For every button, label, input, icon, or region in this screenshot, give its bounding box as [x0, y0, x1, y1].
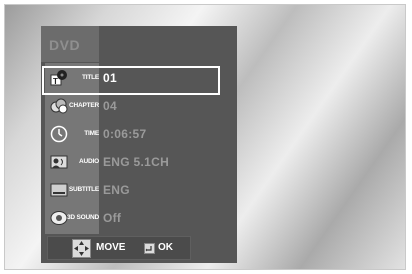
row-value: 0:06:57 — [103, 127, 147, 141]
screen-frame: DVD T TITLE 01 CHAPTER 04 TIME 0:06:57 A… — [4, 4, 406, 270]
row-value: ENG — [103, 183, 130, 197]
panel-header: DVD — [41, 26, 99, 62]
enter-button-icon — [144, 243, 155, 254]
ok-hint: OK — [158, 242, 173, 253]
control-hints-bar: MOVE OK — [47, 236, 191, 260]
dvd-info-panel: DVD T TITLE 01 CHAPTER 04 TIME 0:06:57 A… — [41, 26, 237, 263]
row-icon-box: AUDIO — [45, 148, 99, 176]
row-icon-box: CHAPTER — [45, 92, 99, 120]
row-value: 04 — [103, 99, 117, 113]
row-value: ENG 5.1CH — [103, 155, 170, 169]
dvd-label: DVD — [49, 37, 81, 53]
row-label: SUBTITLE — [68, 186, 99, 193]
row-icon-box: 3D SOUND — [45, 204, 99, 232]
menu-row-3d-sound[interactable]: 3D SOUND Off — [41, 204, 237, 232]
row-icon-box: TIME — [45, 120, 99, 148]
move-hint: MOVE — [96, 242, 126, 253]
menu-row-chapter[interactable]: CHAPTER 04 — [41, 92, 237, 120]
row-label: TIME — [84, 130, 99, 137]
row-label: AUDIO — [79, 158, 99, 165]
row-label: 3D SOUND — [67, 214, 99, 221]
menu-row-time[interactable]: TIME 0:06:57 — [41, 120, 237, 148]
menu-row-audio[interactable]: AUDIO ENG 5.1CH — [41, 148, 237, 176]
row-icon-box: SUBTITLE — [45, 176, 99, 204]
menu-row-subtitle[interactable]: SUBTITLE ENG — [41, 176, 237, 204]
selection-highlight — [42, 66, 220, 95]
row-value: Off — [103, 211, 122, 225]
directional-pad-icon — [72, 239, 91, 258]
row-label: CHAPTER — [68, 102, 99, 109]
